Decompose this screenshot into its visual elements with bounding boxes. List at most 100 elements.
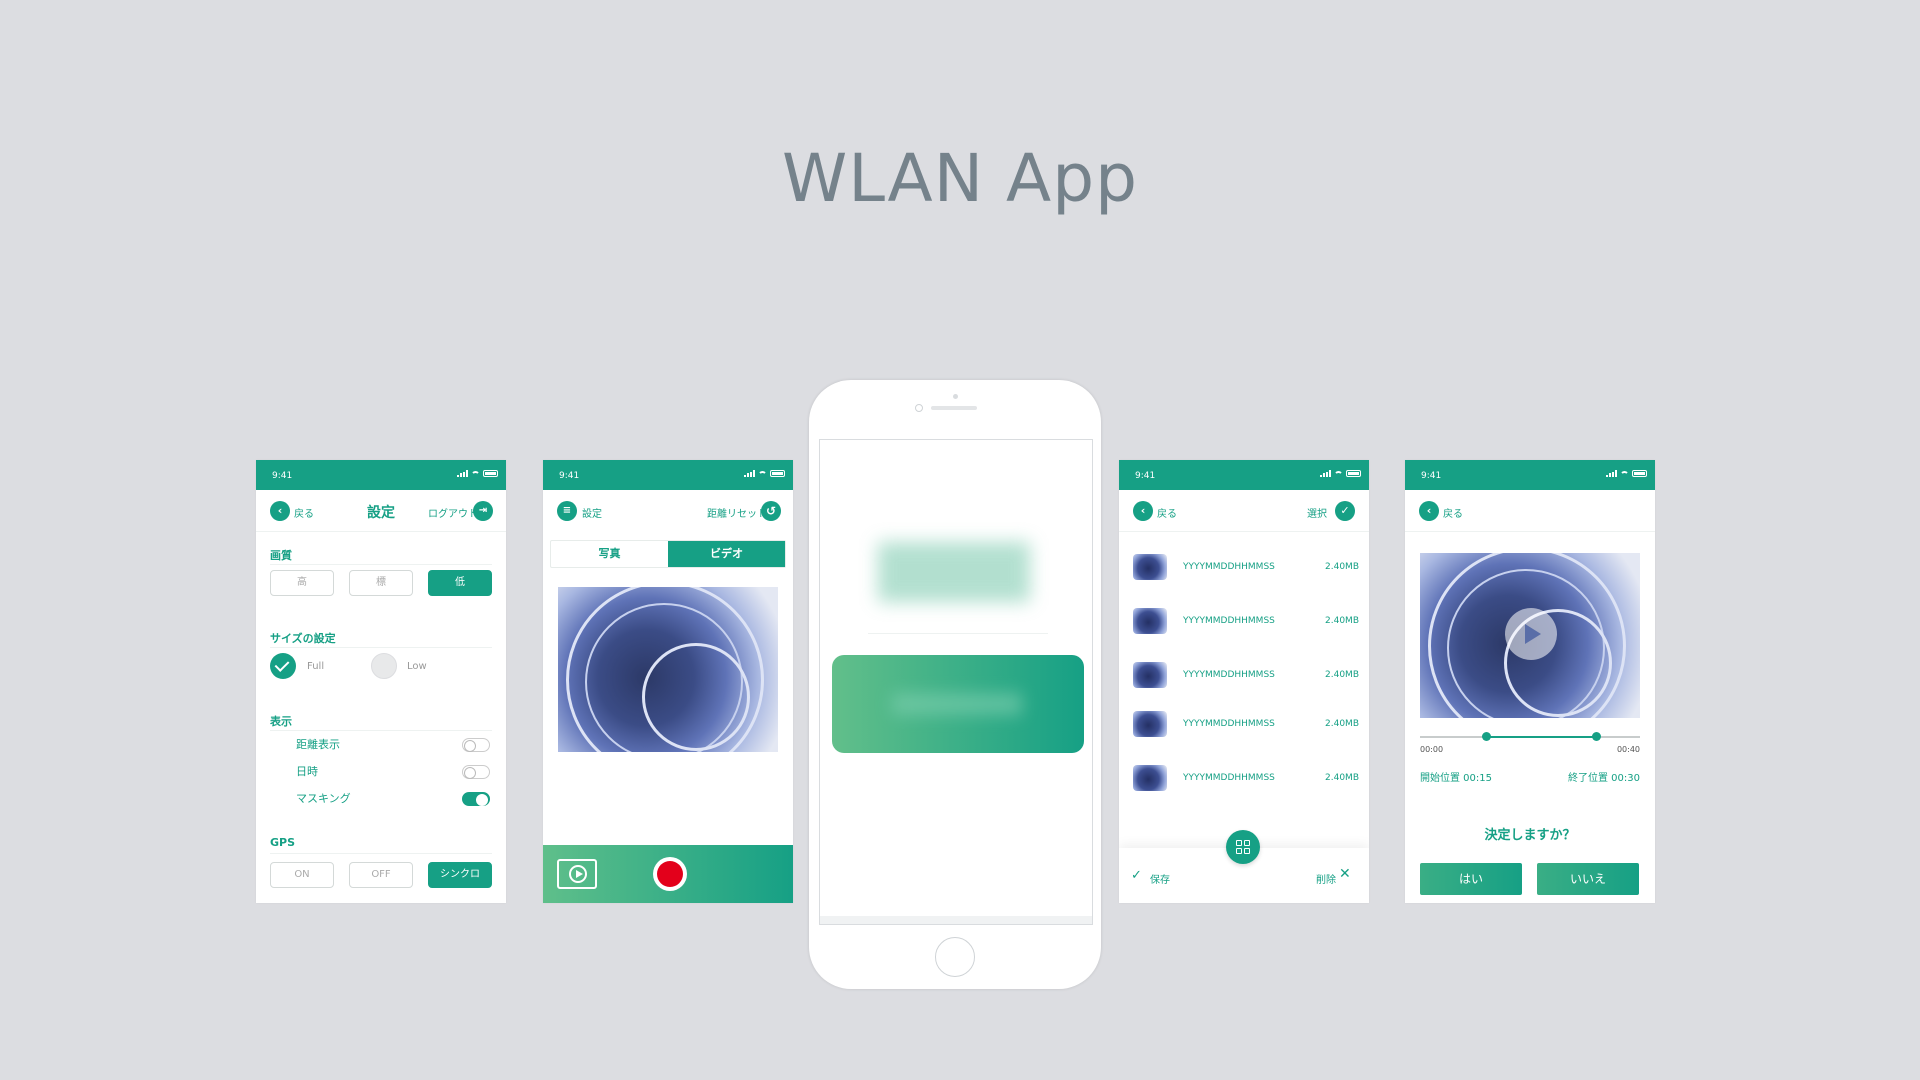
gps-sync[interactable]: シンクロ <box>428 862 492 888</box>
settings-button[interactable]: 設定 <box>582 505 602 520</box>
play-icon <box>569 865 587 883</box>
tab-video[interactable]: ビデオ <box>668 541 785 567</box>
distance-display-label: 距離表示 <box>296 738 340 751</box>
select-button[interactable]: 選択 <box>1307 505 1327 520</box>
status-time: 9:41 <box>1135 471 1156 481</box>
file-row[interactable]: YYYYMMDDHHMMSS 2.40MB <box>1133 711 1359 741</box>
wifi-icon <box>1620 470 1629 477</box>
save-button[interactable]: 保存 <box>1150 871 1170 886</box>
end-position: 終了位置 00:30 <box>1568 773 1640 784</box>
divider <box>270 647 492 648</box>
blurred-logo <box>878 542 1030 602</box>
splash-screen <box>819 439 1093 925</box>
reset-icon[interactable]: ↺ <box>761 501 781 521</box>
file-row[interactable]: YYYYMMDDHHMMSS 2.40MB <box>1133 554 1359 584</box>
logout-button[interactable]: ログアウト <box>428 505 478 520</box>
status-bar: 9:41 <box>1405 460 1655 490</box>
logout-icon[interactable]: ⇥ <box>473 501 493 521</box>
datetime-toggle[interactable] <box>462 765 490 779</box>
check-icon[interactable]: ✓ <box>1131 868 1142 883</box>
file-size: 2.40MB <box>1325 719 1359 729</box>
sliders-icon[interactable]: ≡ <box>557 501 577 521</box>
home-button[interactable] <box>935 937 975 977</box>
nav-bar: ≡ 設定 距離リセット ↺ <box>543 490 793 532</box>
file-size: 2.40MB <box>1325 562 1359 572</box>
signal-icon <box>457 470 468 477</box>
file-size: 2.40MB <box>1325 670 1359 680</box>
file-row[interactable]: YYYYMMDDHHMMSS 2.40MB <box>1133 765 1359 795</box>
phone-sensor <box>953 394 958 399</box>
back-icon[interactable]: ‹ <box>1133 501 1153 521</box>
status-time: 9:41 <box>1421 471 1442 481</box>
quality-low[interactable]: 低 <box>428 570 492 596</box>
battery-icon <box>1632 470 1647 477</box>
status-time: 9:41 <box>559 471 580 481</box>
divider <box>868 633 1048 634</box>
display-heading: 表示 <box>270 715 292 728</box>
back-button[interactable]: 戻る <box>1443 505 1463 520</box>
trim-start-handle[interactable] <box>1482 732 1491 741</box>
phone-speaker <box>931 406 977 410</box>
file-name: YYYYMMDDHHMMSS <box>1183 773 1275 783</box>
wifi-icon <box>471 470 480 477</box>
size-low-radio[interactable] <box>371 653 397 679</box>
file-thumbnail <box>1133 765 1167 791</box>
back-icon[interactable]: ‹ <box>1419 501 1439 521</box>
no-button[interactable]: いいえ <box>1537 863 1639 895</box>
blurred-button-label <box>892 693 1022 715</box>
trim-end-handle[interactable] <box>1592 732 1601 741</box>
file-row[interactable]: YYYYMMDDHHMMSS 2.40MB <box>1133 608 1359 638</box>
gps-off[interactable]: OFF <box>349 862 413 888</box>
tab-photo[interactable]: 写真 <box>551 541 668 567</box>
gallery-button[interactable] <box>557 859 597 889</box>
confirm-question: 決定しますか？ <box>1484 828 1576 843</box>
reset-distance-button[interactable]: 距離リセット <box>707 505 767 520</box>
signal-icon <box>1606 470 1617 477</box>
back-button[interactable]: 戻る <box>1157 505 1177 520</box>
battery-icon <box>483 470 498 477</box>
file-thumbnail <box>1133 554 1167 580</box>
trim-slider[interactable] <box>1420 732 1640 741</box>
status-bar: 9:41 <box>256 460 506 490</box>
masking-label: マスキング <box>296 792 351 805</box>
divider <box>270 564 492 565</box>
lens-ring-inner <box>642 643 750 751</box>
record-icon <box>657 861 683 887</box>
start-position: 開始位置 00:15 <box>1420 773 1492 784</box>
file-list-screen: 9:41 ‹ 戻る 選択 ✓ YYYYMMDDHHMMSS 2.40MB YYY… <box>1119 460 1369 903</box>
signal-icon <box>1320 470 1331 477</box>
size-full-radio[interactable] <box>270 653 296 679</box>
mode-tabs: 写真 ビデオ <box>550 540 786 568</box>
file-name: YYYYMMDDHHMMSS <box>1183 719 1275 729</box>
size-full-label: Full <box>307 661 325 672</box>
masking-toggle[interactable] <box>462 792 490 806</box>
grid-view-button[interactable] <box>1226 830 1260 864</box>
close-icon[interactable]: ✕ <box>1339 866 1351 882</box>
battery-icon <box>770 470 785 477</box>
nav-bar: ‹ 戻る 選択 ✓ <box>1119 490 1369 532</box>
quality-standard[interactable]: 標 <box>349 570 413 596</box>
phone-mockup <box>809 380 1101 989</box>
wifi-icon <box>758 470 767 477</box>
size-low-label: Low <box>407 661 427 672</box>
status-time: 9:41 <box>272 471 293 481</box>
status-bar: 9:41 <box>1119 460 1369 490</box>
grid-icon <box>1236 840 1250 854</box>
quality-high[interactable]: 高 <box>270 570 334 596</box>
play-button[interactable] <box>1505 608 1557 660</box>
blurred-start-button[interactable] <box>832 655 1084 753</box>
yes-button[interactable]: はい <box>1420 863 1522 895</box>
size-heading: サイズの設定 <box>270 632 336 645</box>
file-size: 2.40MB <box>1325 616 1359 626</box>
delete-button[interactable]: 削除 <box>1316 871 1336 886</box>
distance-display-toggle[interactable] <box>462 738 490 752</box>
video-preview <box>1420 553 1640 718</box>
camera-screen: 9:41 ≡ 設定 距離リセット ↺ 写真 ビデオ <box>543 460 793 903</box>
gps-on[interactable]: ON <box>270 862 334 888</box>
file-name: YYYYMMDDHHMMSS <box>1183 616 1275 626</box>
battery-icon <box>1346 470 1361 477</box>
record-button[interactable] <box>653 857 687 891</box>
check-icon[interactable]: ✓ <box>1335 501 1355 521</box>
trim-screen: 9:41 ‹ 戻る 00:00 00:40 開始位置 00:15 終了位置 00… <box>1405 460 1655 903</box>
file-row[interactable]: YYYYMMDDHHMMSS 2.40MB <box>1133 662 1359 692</box>
